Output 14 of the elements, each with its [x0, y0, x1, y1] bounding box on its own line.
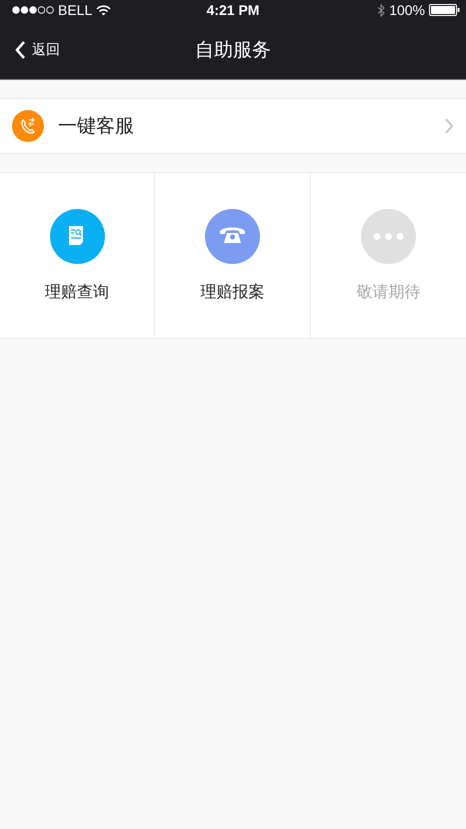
battery-icon: [429, 4, 460, 16]
hotline-row[interactable]: 一键客服: [0, 98, 466, 154]
back-button[interactable]: 返回: [10, 36, 64, 64]
chevron-icon: [444, 117, 454, 135]
phone-call-icon: [12, 110, 44, 142]
carrier-name: BELL: [58, 2, 92, 18]
back-chevron-icon: [14, 40, 26, 60]
signal-icon: [12, 6, 54, 14]
page-title: 自助服务: [195, 38, 271, 62]
bluetooth-icon: [377, 4, 386, 16]
battery-percentage: 100%: [389, 2, 425, 18]
wifi-icon: [96, 4, 112, 16]
hotline-label: 一键客服: [58, 114, 135, 139]
clock-time: 4:21 PM: [206, 2, 260, 18]
